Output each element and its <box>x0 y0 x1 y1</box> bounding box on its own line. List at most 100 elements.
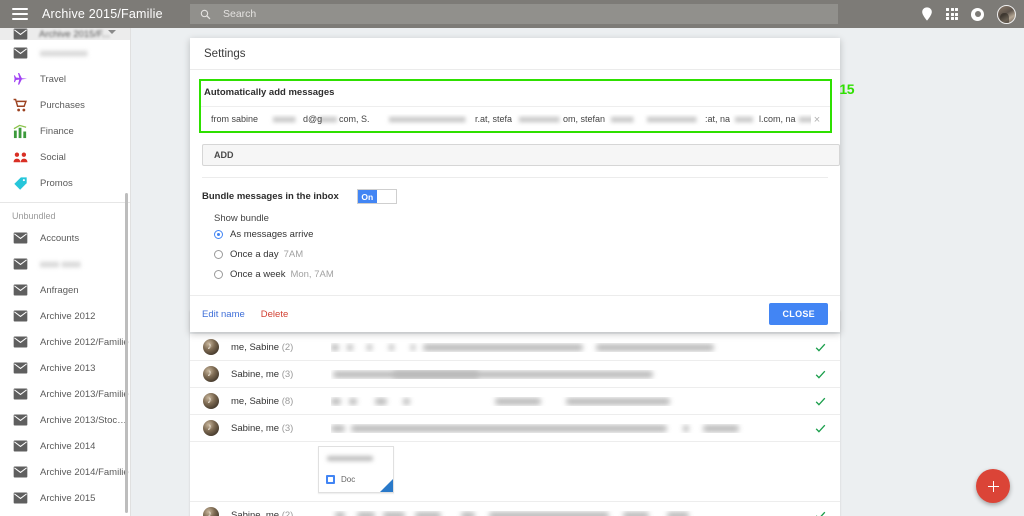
done-check-icon[interactable] <box>815 369 826 380</box>
done-check-icon[interactable] <box>815 423 826 434</box>
table-row[interactable]: me, Sabine (2) <box>190 334 840 361</box>
done-check-icon[interactable] <box>815 342 826 353</box>
sidebar-item-travel[interactable]: Travel <box>0 66 130 92</box>
plus-icon <box>987 480 1000 493</box>
sidebar-item-social[interactable]: Social <box>0 144 130 170</box>
filter-segment-redacted: xxxxxxxxxxx <box>647 114 697 124</box>
bundle-label: Bundle messages in the inbox <box>202 191 339 202</box>
sidebar-item-label: Finance <box>40 125 74 137</box>
hamburger-menu-icon[interactable] <box>12 8 28 20</box>
apps-grid-icon[interactable] <box>946 8 958 20</box>
table-row[interactable]: Sabine, me (3) <box>190 415 840 442</box>
sender-name: me, Sabine <box>231 341 280 353</box>
sidebar-scrollbar[interactable] <box>125 193 128 513</box>
avatar <box>203 507 219 516</box>
filter-segment-redacted: xxxx <box>319 114 337 124</box>
pin-icon[interactable] <box>921 7 933 21</box>
sidebar-item-label: Archive 2013/Stockh... <box>40 414 130 426</box>
sidebar-item-label: xxxx xxxx <box>40 258 81 270</box>
table-row[interactable]: me, Sabine (8) <box>190 388 840 415</box>
filter-text: from sabine xxxxx d@g xxxx com, S. xxxxx… <box>211 114 811 126</box>
radio-icon[interactable] <box>214 249 223 259</box>
auto-add-title: Automatically add messages <box>204 87 335 98</box>
filter-segment: :at, na <box>705 114 731 124</box>
envelope-icon <box>12 45 29 62</box>
bundle-toggle[interactable]: On <box>356 189 397 204</box>
sidebar-item-archive-2014[interactable]: Archive 2014 <box>0 433 130 459</box>
search-icon <box>200 9 211 19</box>
toggle-knob <box>376 190 396 203</box>
sidebar-item-archive-2012[interactable]: Archive 2012 <box>0 303 130 329</box>
message-sender: Sabine, me (3) <box>231 423 317 434</box>
attachment-card[interactable]: Doc <box>318 446 394 493</box>
sidebar-item-archive-2015[interactable]: Archive 2015 <box>0 485 130 511</box>
account-avatar[interactable] <box>997 4 1016 24</box>
radio-label: Once a day <box>230 248 279 260</box>
table-row[interactable]: Sabine, me (2) <box>190 502 840 516</box>
sidebar-item-redacted-0[interactable]: xxxxxxxxxx <box>0 40 130 66</box>
delete-link[interactable]: Delete <box>261 309 288 320</box>
filter-segment: om, stefan <box>563 114 606 124</box>
sidebar-item-archive-2013[interactable]: Archive 2013 <box>0 355 130 381</box>
done-check-icon[interactable] <box>815 510 826 516</box>
done-check-icon[interactable] <box>815 396 826 407</box>
snooze-icon[interactable] <box>971 7 984 21</box>
envelope-icon <box>12 308 29 325</box>
sender-name: Sabine, me <box>231 368 280 380</box>
top-bar-actions <box>921 0 1016 28</box>
edit-name-link[interactable]: Edit name <box>202 309 245 320</box>
sidebar-item-label: xxxxxxxxxx <box>40 47 88 59</box>
add-button[interactable]: ADD <box>202 144 840 166</box>
compose-fab-button[interactable] <box>976 469 1010 503</box>
sidebar-item-label: Archive 2012/Familie <box>40 336 129 348</box>
filter-segment-redacted: xxxxxxxxx <box>519 114 560 124</box>
message-subject-redacted <box>331 343 816 352</box>
dialog-footer: Edit name Delete CLOSE <box>190 295 840 332</box>
app-root: Archive 2015/Familie Search Archive 2015… <box>0 0 1024 516</box>
remove-filter-icon[interactable]: × <box>811 114 823 126</box>
avatar <box>203 366 219 382</box>
sidebar-item-archive-2014-familie[interactable]: Archive 2014/Familie <box>0 459 130 485</box>
sidebar-item-archive-2012-familie[interactable]: Archive 2012/Familie <box>0 329 130 355</box>
envelope-icon <box>12 490 29 507</box>
chevron-down-icon[interactable] <box>108 30 116 34</box>
sidebar-item-bestellungen[interactable]: Bestellungen/Rec... <box>0 511 130 516</box>
avatar <box>203 420 219 436</box>
sidebar-item-finance[interactable]: Finance <box>0 118 130 144</box>
sidebar-item-label: Archive 2013/Familie <box>40 388 129 400</box>
envelope-icon <box>12 334 29 351</box>
sidebar-item-anfragen[interactable]: Anfragen <box>0 277 130 303</box>
close-button[interactable]: CLOSE <box>769 303 828 325</box>
attachment-label: Doc <box>341 475 356 484</box>
filter-segment: com, S. <box>339 114 370 124</box>
radio-once-a-week[interactable]: Once a week Mon, 7AM <box>190 264 840 284</box>
radio-once-a-day[interactable]: Once a day 7AM <box>190 244 840 264</box>
filter-row[interactable]: from sabine xxxxx d@g xxxx com, S. xxxxx… <box>199 106 831 133</box>
sidebar-item-current-label[interactable]: Archive 2015/F... <box>0 28 130 40</box>
sidebar: Archive 2015/F... xxxxxxxxxx Travel Purc… <box>0 28 131 516</box>
radio-as-messages-arrive[interactable]: As messages arrive <box>190 224 840 244</box>
sidebar-item-label: Promos <box>40 177 73 189</box>
sidebar-item-label: Social <box>40 151 66 163</box>
sidebar-item-accounts[interactable]: Accounts <box>0 225 130 251</box>
sender-name: me, Sabine <box>231 395 280 407</box>
filter-segment-redacted: xxxxx <box>799 114 811 124</box>
sidebar-item-promos[interactable]: Promos <box>0 170 130 196</box>
cart-icon <box>12 97 29 114</box>
airplane-icon <box>12 71 29 88</box>
radio-icon-selected[interactable] <box>214 229 223 239</box>
message-subject-redacted <box>331 370 816 379</box>
sidebar-item-label: Archive 2013 <box>40 362 96 374</box>
sidebar-item-purchases[interactable]: Purchases <box>0 92 130 118</box>
bundle-toggle-row: Bundle messages in the inbox On <box>190 178 840 204</box>
sidebar-item-archive-2013-stockholm[interactable]: Archive 2013/Stockh... <box>0 407 130 433</box>
settings-dialog: Settings Automatically add messages from… <box>190 38 854 332</box>
message-count: (2) <box>281 509 294 516</box>
table-row[interactable]: Sabine, me (3) <box>190 361 840 388</box>
search-input[interactable]: Search <box>190 4 838 24</box>
sidebar-item-archive-2013-familie[interactable]: Archive 2013/Familie <box>0 381 130 407</box>
message-count: (3) <box>281 368 294 380</box>
sidebar-item-redacted-1[interactable]: xxxx xxxx <box>0 251 130 277</box>
radio-icon[interactable] <box>214 269 223 279</box>
filter-segment-redacted: xxxxx <box>273 114 296 124</box>
